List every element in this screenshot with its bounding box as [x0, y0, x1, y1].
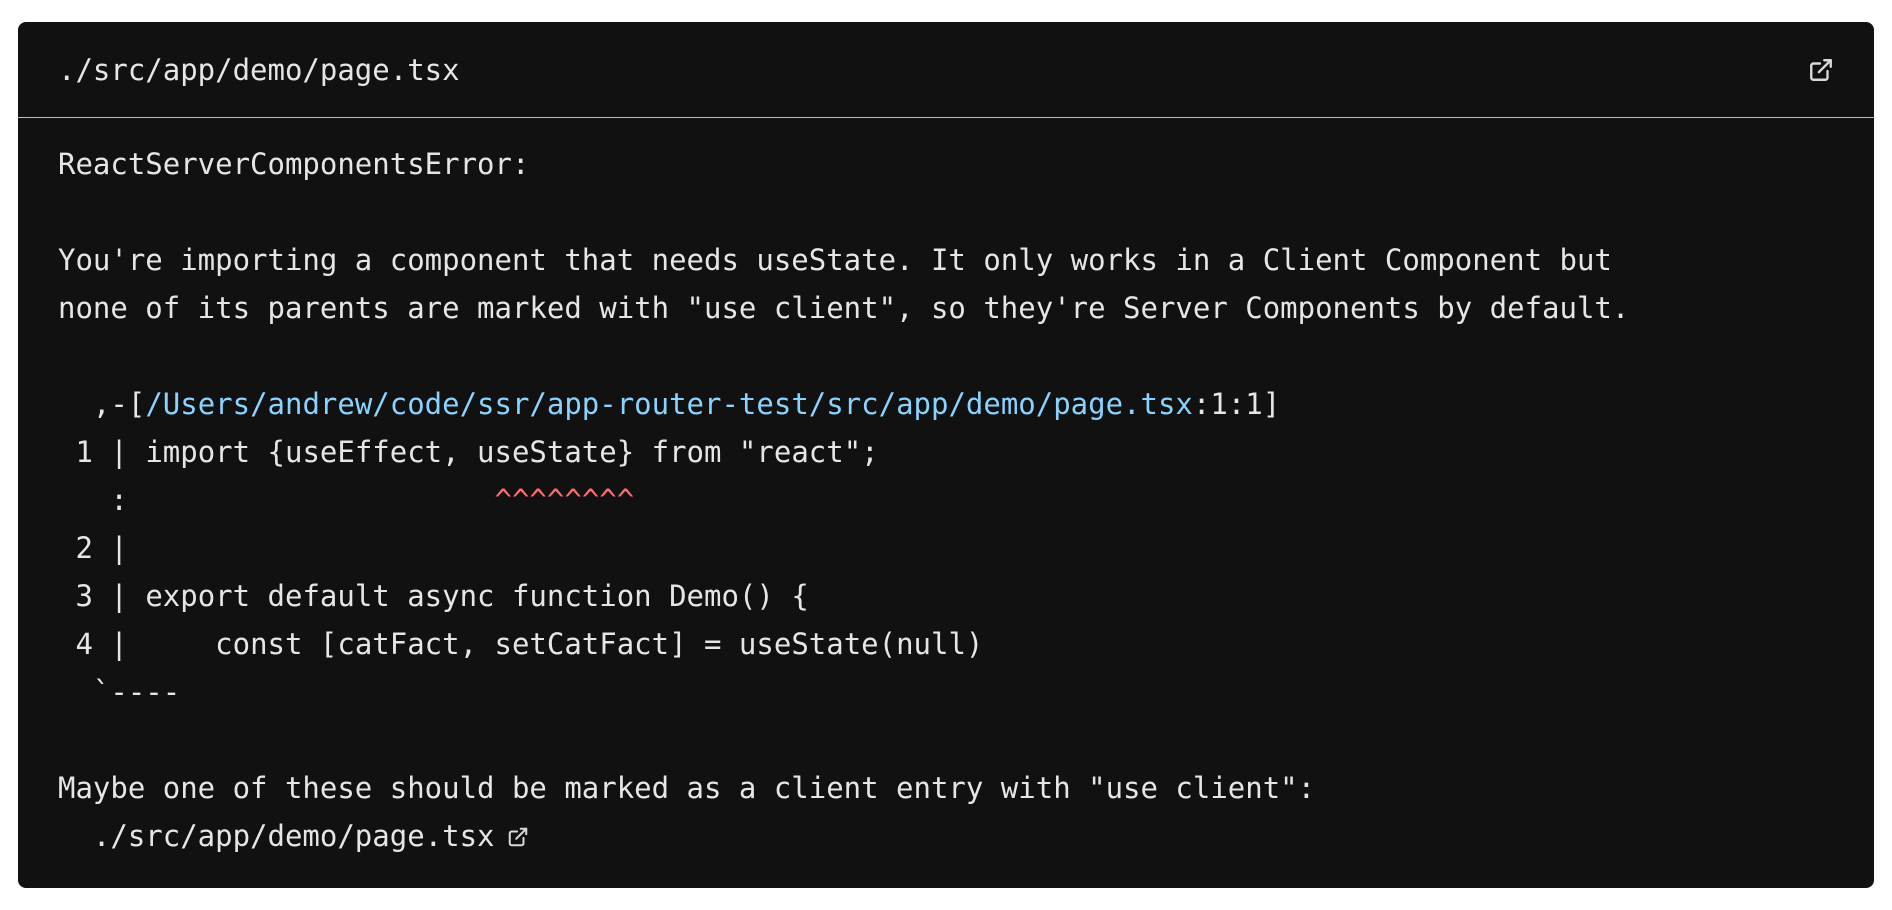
line-gutter: 4 |: [58, 627, 146, 661]
frame-open-prefix: ,-[: [58, 387, 146, 421]
line-code: import {useEffect, useState} from "react…: [145, 435, 879, 469]
line-code: const [catFact, setCatFact] = useState(n…: [145, 627, 984, 661]
error-message-line-1: You're importing a component that needs …: [58, 243, 1612, 277]
code-line-1: 1 | import {useEffect, useState} from "r…: [58, 428, 1874, 476]
suggestion-file-row: ./src/app/demo/page.tsx: [58, 812, 1874, 860]
error-overlay-panel: ./src/app/demo/page.tsx ReactServerCompo…: [18, 22, 1874, 888]
frame-open-suffix: :1:1]: [1192, 387, 1281, 421]
external-link-icon[interactable]: [1808, 57, 1834, 83]
code-line-4: 4 | const [catFact, setCatFact] = useSta…: [58, 620, 1874, 668]
code-line-2: 2 |: [58, 524, 1874, 572]
line-gutter: 1 |: [58, 435, 146, 469]
error-title: ReactServerComponentsError:: [58, 147, 530, 181]
line-gutter: 2 |: [58, 531, 146, 565]
line-gutter: 3 |: [58, 579, 146, 613]
header-file-path: ./src/app/demo/page.tsx: [58, 53, 460, 87]
code-marker-line: : ^^^^^^^^: [58, 476, 1874, 524]
suggestion-file-link[interactable]: ./src/app/demo/page.tsx: [58, 819, 495, 853]
marker-padding: [145, 483, 494, 517]
line-code: export default async function Demo() {: [145, 579, 809, 613]
code-frame-header: ,-[/Users/andrew/code/ssr/app-router-tes…: [58, 380, 1874, 428]
error-body: ReactServerComponentsError: You're impor…: [18, 118, 1874, 860]
code-line-3: 3 | export default async function Demo()…: [58, 572, 1874, 620]
error-header: ./src/app/demo/page.tsx: [18, 22, 1874, 118]
external-link-icon[interactable]: [507, 826, 529, 848]
error-message-line-2: none of its parents are marked with "use…: [58, 291, 1630, 325]
error-underline-marker: ^^^^^^^^: [494, 483, 635, 517]
code-frame-footer: `----: [58, 675, 181, 709]
line-gutter: :: [58, 483, 146, 517]
frame-source-path: /Users/andrew/code/ssr/app-router-test/s…: [145, 387, 1193, 421]
suggestion-text: Maybe one of these should be marked as a…: [58, 771, 1316, 805]
